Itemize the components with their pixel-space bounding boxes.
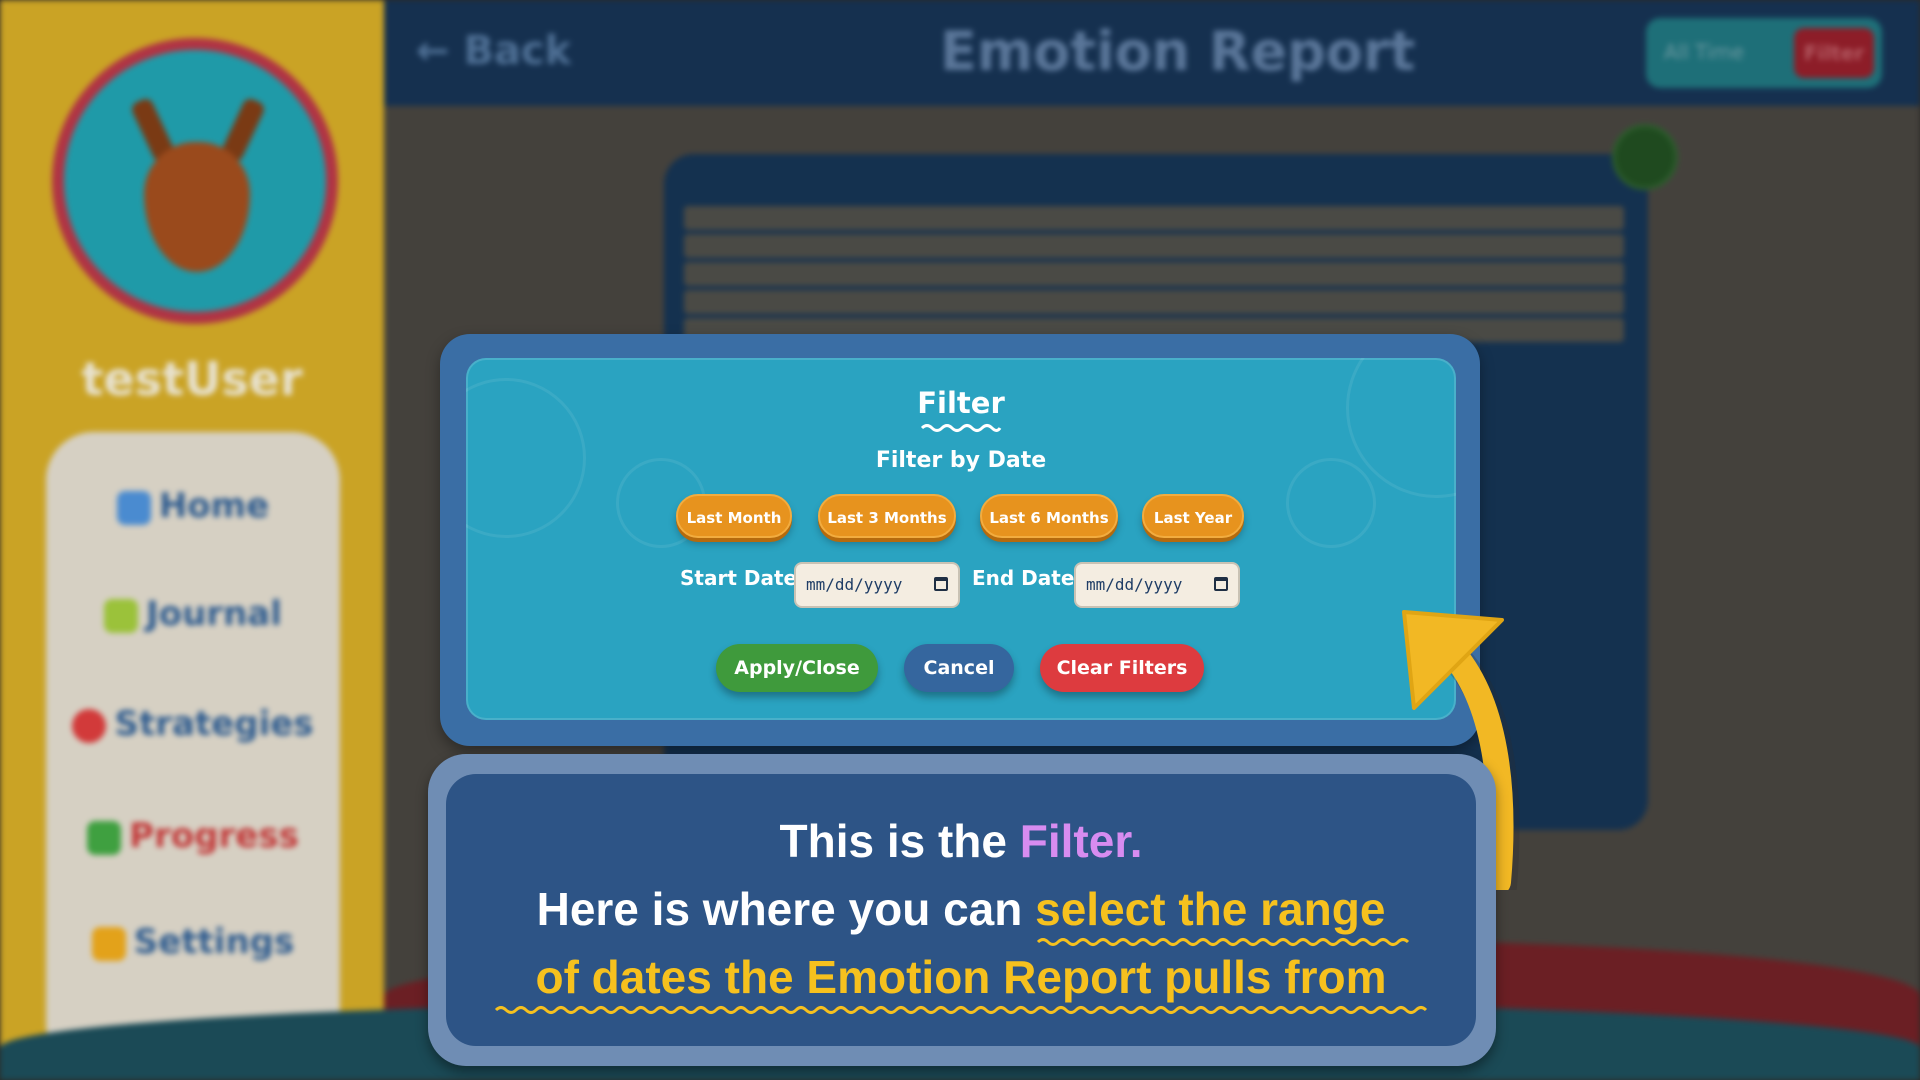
filter-option[interactable]: Filter bbox=[1794, 28, 1874, 78]
last-6-months-button[interactable]: Last 6 Months bbox=[980, 494, 1118, 538]
chart-icon bbox=[87, 820, 122, 855]
end-date-input[interactable]: mm/dd/yyyy bbox=[1074, 562, 1240, 608]
clear-filters-button[interactable]: Clear Filters bbox=[1040, 644, 1204, 692]
highlight-underline bbox=[494, 1006, 1428, 1014]
avatar bbox=[52, 38, 338, 324]
callout-line-2: Here is where you can select the range bbox=[446, 882, 1476, 936]
callout-text: This is the bbox=[779, 815, 1020, 867]
gear-icon bbox=[91, 926, 126, 961]
deer-icon bbox=[144, 142, 250, 272]
sidebar-item-label: Strategies bbox=[114, 704, 314, 744]
sidebar-item-label: Home bbox=[158, 486, 270, 526]
sidebar-item-home[interactable]: Home bbox=[46, 486, 340, 526]
download-icon[interactable] bbox=[1612, 124, 1678, 190]
sidebar-item-label: Journal bbox=[146, 594, 282, 634]
all-time-option[interactable]: All Time bbox=[1664, 40, 1744, 64]
last-3-months-button[interactable]: Last 3 Months bbox=[818, 494, 956, 538]
cancel-button[interactable]: Cancel bbox=[904, 644, 1014, 692]
start-date-label: Start Date: bbox=[680, 566, 806, 590]
callout-highlight: select the range bbox=[1035, 883, 1386, 935]
table-row bbox=[684, 290, 1624, 314]
sidebar-item-journal[interactable]: Journal bbox=[46, 594, 340, 634]
table-row bbox=[684, 206, 1624, 230]
calendar-icon[interactable] bbox=[934, 577, 948, 591]
end-date-label: End Date: bbox=[972, 566, 1083, 590]
pencil-icon bbox=[104, 598, 139, 633]
start-date-value: mm/dd/yyyy bbox=[806, 575, 903, 594]
page-title: Emotion Report bbox=[940, 20, 1416, 83]
back-label: Back bbox=[463, 28, 572, 74]
table-row bbox=[684, 262, 1624, 286]
modal-title: Filter bbox=[917, 386, 1005, 420]
start-date-input[interactable]: mm/dd/yyyy bbox=[794, 562, 960, 608]
table-row bbox=[684, 234, 1624, 258]
calendar-icon[interactable] bbox=[1214, 577, 1228, 591]
tutorial-callout: This is the Filter. Here is where you ca… bbox=[446, 774, 1476, 1046]
callout-text: Here is where you can bbox=[536, 883, 1036, 935]
sidebar-item-label: Settings bbox=[133, 922, 295, 962]
apply-close-button[interactable]: Apply/Close bbox=[716, 644, 878, 692]
nav-panel: Home Journal Strategies Progress Setting… bbox=[46, 432, 340, 1072]
sidebar-item-settings[interactable]: Settings bbox=[46, 922, 340, 962]
back-button[interactable]: ← Back bbox=[416, 28, 571, 74]
filter-modal: Filter Filter by Date Last Month Last 3 … bbox=[466, 358, 1456, 720]
time-filter-toggle[interactable]: All Time Filter bbox=[1646, 18, 1882, 88]
callout-line-3: of dates the Emotion Report pulls from bbox=[535, 951, 1387, 1003]
filter-by-date-heading: Filter by Date bbox=[875, 448, 1047, 473]
title-underline bbox=[920, 424, 1002, 432]
sidebar: testUser Home Journal Strategies Progres… bbox=[0, 0, 384, 1080]
callout-highlight: Filter. bbox=[1019, 815, 1143, 867]
end-date-value: mm/dd/yyyy bbox=[1086, 575, 1183, 594]
highlight-underline bbox=[1036, 938, 1410, 946]
username: testUser bbox=[81, 352, 303, 406]
sidebar-item-strategies[interactable]: Strategies bbox=[46, 704, 340, 744]
house-icon bbox=[116, 490, 151, 525]
lightbulb-icon bbox=[72, 708, 107, 743]
sidebar-item-label: Progress bbox=[129, 816, 299, 856]
last-year-button[interactable]: Last Year bbox=[1142, 494, 1244, 538]
callout-line-1: This is the Filter. bbox=[446, 814, 1476, 868]
sidebar-item-progress[interactable]: Progress bbox=[46, 816, 340, 856]
last-month-button[interactable]: Last Month bbox=[676, 494, 792, 538]
